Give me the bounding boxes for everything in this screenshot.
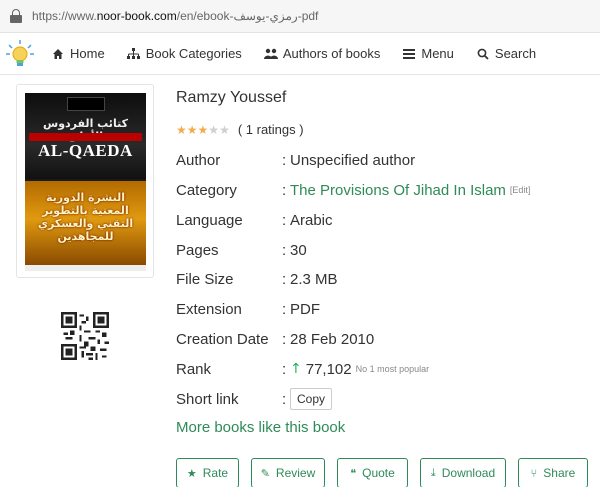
more-books-link[interactable]: More books like this book <box>176 419 345 436</box>
url-text[interactable]: https://www.noor-book.com/en/ebook-رمزي-… <box>32 9 318 23</box>
rating-stars[interactable]: ★ ★ ★ ★ ★ ( 1 ratings ) <box>176 122 304 137</box>
cover-arabic-subtitle: النشرة الدورية المعنية بالتطوير التقني و… <box>37 191 134 243</box>
detail-row-category: Category: The Provisions Of Jihad In Isl… <box>176 181 531 199</box>
edit-icon: ✎ <box>260 466 270 480</box>
detail-row-rank: Rank: ↑ 77,102 No 1 most popular <box>176 360 430 378</box>
ratings-count: ( 1 ratings ) <box>237 122 304 137</box>
book-cover-frame: كتائب الفردوس الأعلى AL-QAEDA النشرة الد… <box>16 84 154 278</box>
rank-note: No 1 most popular <box>355 364 430 374</box>
rank-value: 77,102 <box>305 360 352 378</box>
nav-book-categories[interactable]: Book Categories <box>127 46 242 61</box>
detail-row-short-link: Short link: Copy <box>176 388 333 410</box>
author-value: Unspecified author <box>290 151 416 169</box>
file-size-value: 2.3 MB <box>290 270 338 288</box>
qr-code-icon <box>61 312 109 360</box>
extension-value: PDF <box>290 300 320 318</box>
lightbulb-logo-icon[interactable] <box>5 39 35 69</box>
menu-icon <box>402 47 416 61</box>
share-icon: ⑂ <box>530 466 538 480</box>
home-icon <box>51 47 65 61</box>
edit-category-link[interactable]: [Edit] <box>510 185 531 195</box>
share-button[interactable]: ⑂ Share <box>518 458 588 487</box>
nav-menu[interactable]: Menu <box>402 46 454 61</box>
action-buttons: ★ Rate ✎ Review ❝ Quote ⤓ Download ⑂ Sha… <box>176 458 588 487</box>
detail-row-file-size: File Size: 2.3 MB <box>176 270 338 288</box>
copy-link-button[interactable]: Copy <box>290 388 333 410</box>
top-navigation: Home Book Categories Authors of books Me… <box>0 33 600 75</box>
download-button[interactable]: ⤓ Download <box>420 458 506 487</box>
pages-value: 30 <box>290 241 307 259</box>
arrow-up-icon: ↑ <box>290 361 302 377</box>
star-icon[interactable]: ★ <box>198 124 209 136</box>
star-icon[interactable]: ★ <box>176 124 187 136</box>
quote-icon: ❝ <box>350 466 357 480</box>
star-icon: ★ <box>186 466 197 480</box>
star-icon[interactable]: ★ <box>219 124 230 136</box>
review-button[interactable]: ✎ Review <box>251 458 325 487</box>
book-title: Ramzy Youssef <box>176 89 287 106</box>
users-icon <box>263 47 278 61</box>
address-bar[interactable]: https://www.noor-book.com/en/ebook-رمزي-… <box>0 0 600 33</box>
nav-authors-of-books[interactable]: Authors of books <box>263 46 380 61</box>
detail-row-creation-date: Creation Date: 28 Feb 2010 <box>176 330 375 348</box>
creation-date-value: 28 Feb 2010 <box>290 330 375 348</box>
rate-button[interactable]: ★ Rate <box>176 458 239 487</box>
language-link[interactable]: Arabic <box>290 212 333 229</box>
detail-row-author: Author: Unspecified author <box>176 151 416 169</box>
nav-search[interactable]: Search <box>476 46 536 61</box>
download-icon: ⤓ <box>430 466 436 479</box>
sitemap-icon <box>127 47 141 61</box>
cover-latin-title: AL-QAEDA <box>38 141 133 160</box>
flag-icon <box>67 97 105 111</box>
detail-row-pages: Pages: 30 <box>176 241 307 259</box>
detail-row-language: Language: Arabic <box>176 211 333 229</box>
star-icon[interactable]: ★ <box>208 124 219 136</box>
book-cover-image[interactable]: كتائب الفردوس الأعلى AL-QAEDA النشرة الد… <box>25 93 146 271</box>
lock-icon <box>10 9 22 23</box>
search-icon <box>476 47 490 61</box>
quote-button[interactable]: ❝ Quote <box>337 458 408 487</box>
detail-row-extension: Extension: PDF <box>176 300 320 318</box>
star-icon[interactable]: ★ <box>187 124 198 136</box>
nav-home[interactable]: Home <box>51 46 105 61</box>
category-link[interactable]: The Provisions Of Jihad In Islam <box>290 182 506 199</box>
